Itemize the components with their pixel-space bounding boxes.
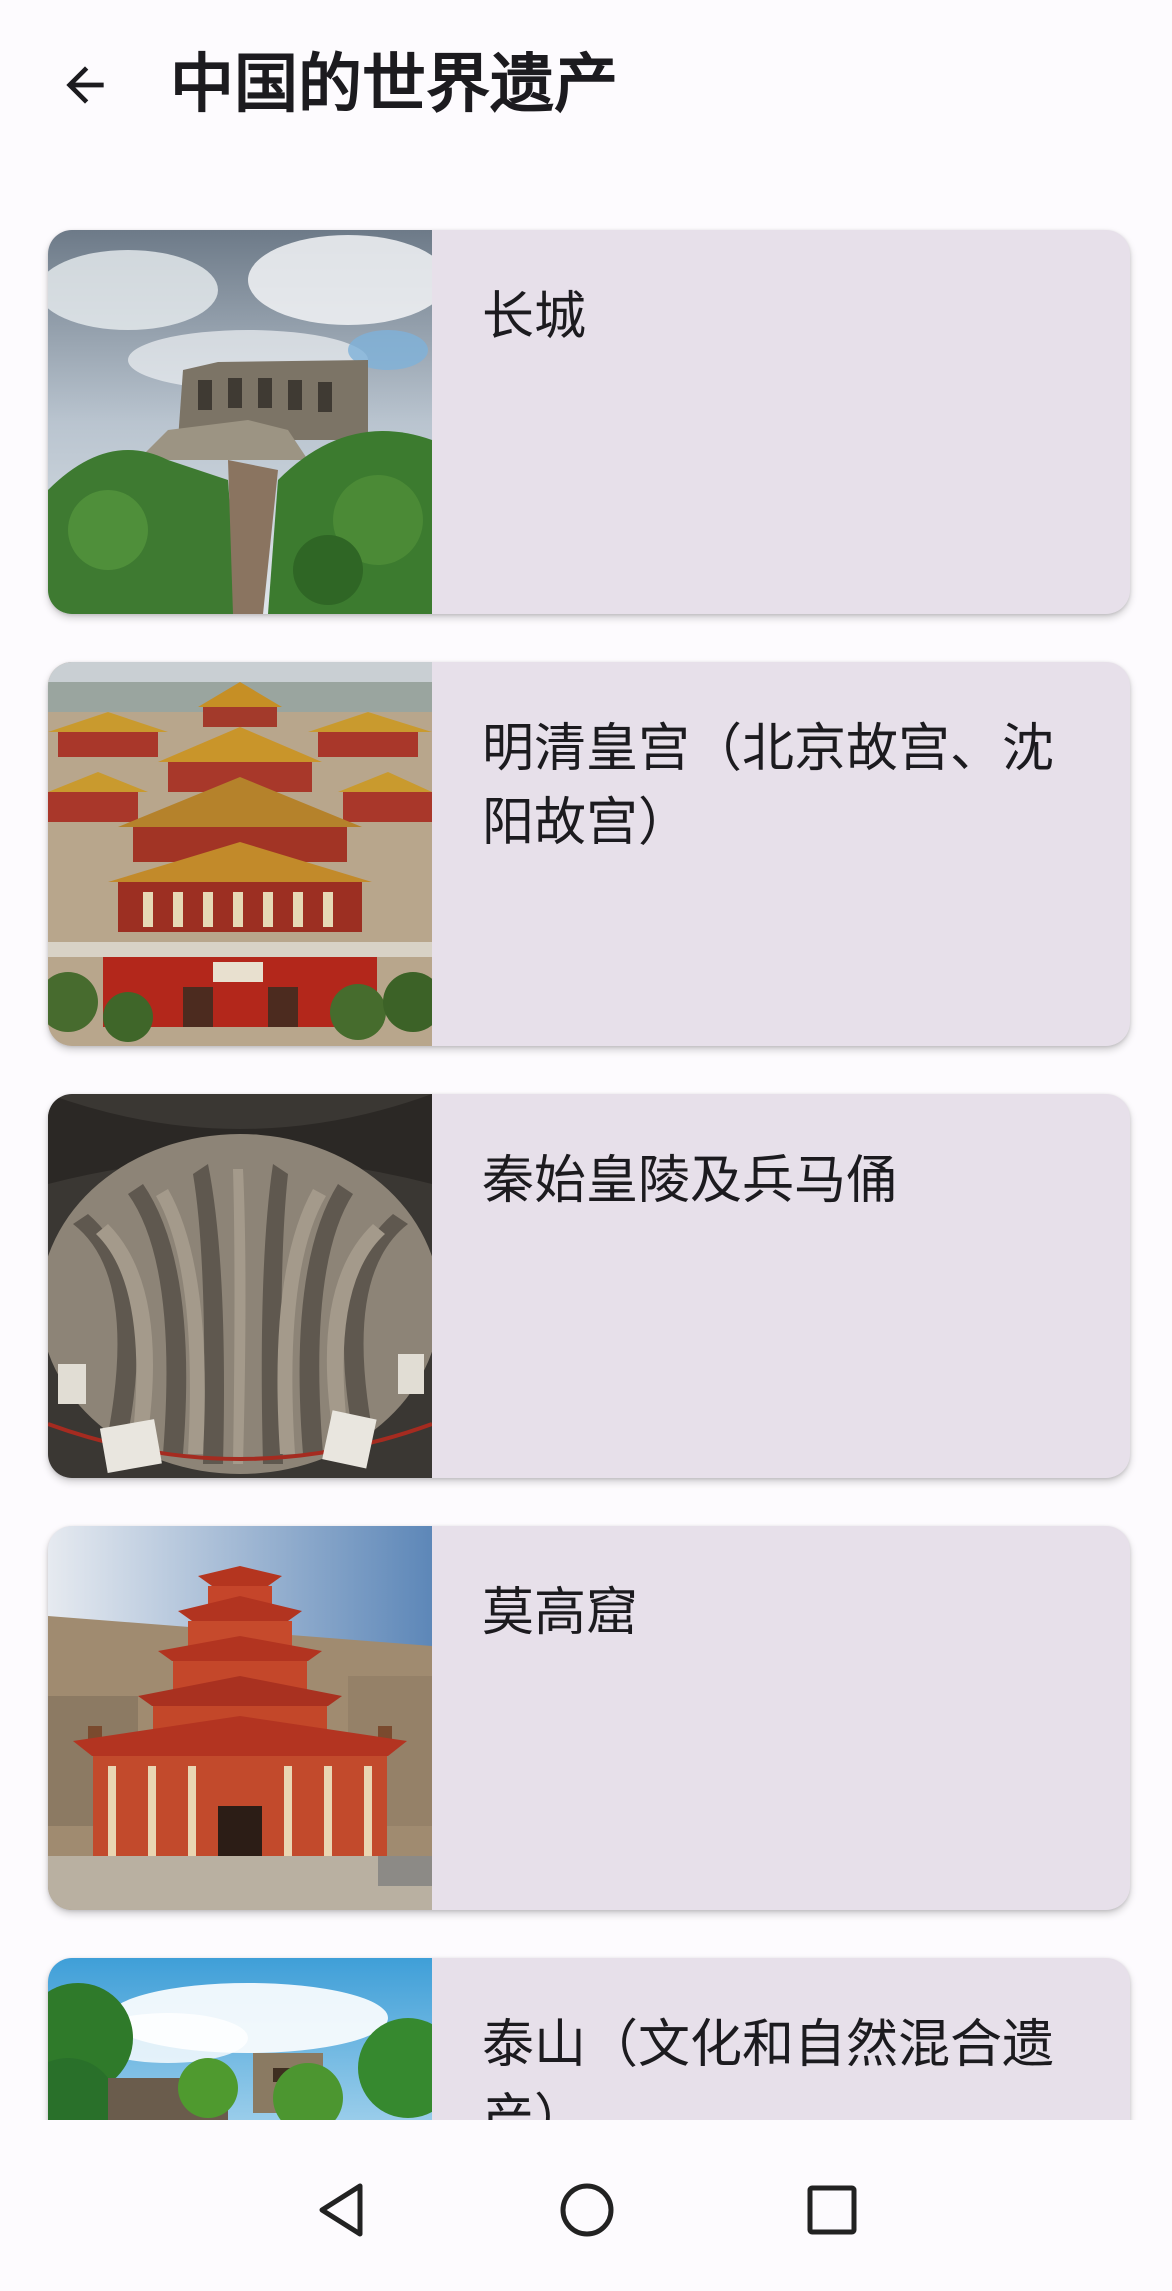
nav-back-button[interactable] bbox=[292, 2160, 392, 2260]
list-item[interactable]: 长城 bbox=[48, 230, 1130, 614]
site-name: 莫高窟 bbox=[482, 1583, 639, 1643]
terracotta-army-photo bbox=[48, 1094, 432, 1478]
top-app-bar: 中国的世界遗产 bbox=[0, 0, 1172, 175]
site-name: 泰山（文化和自然混合遗产） bbox=[482, 2015, 1055, 2120]
page-title: 中国的世界遗产 bbox=[170, 48, 618, 122]
list-item[interactable]: 秦始皇陵及兵马俑 bbox=[48, 1094, 1130, 1478]
site-name: 明清皇宫（北京故宫、沈阳故宫） bbox=[482, 719, 1055, 853]
list-item[interactable]: 莫高窟 bbox=[48, 1526, 1130, 1910]
app-screen: 中国的世界遗产 长城 明清皇宫（北京故宫、沈阳故宫） 秦始皇陵及兵马俑 莫高窟 … bbox=[0, 0, 1172, 2291]
triangle-back-icon bbox=[319, 2183, 363, 2237]
arrow-back-icon bbox=[66, 66, 104, 104]
square-recents-icon bbox=[807, 2185, 857, 2235]
nav-home-button[interactable] bbox=[537, 2160, 637, 2260]
site-name: 秦始皇陵及兵马俑 bbox=[482, 1151, 899, 1211]
heritage-list[interactable]: 长城 明清皇宫（北京故宫、沈阳故宫） 秦始皇陵及兵马俑 莫高窟 泰山（文化和自然… bbox=[0, 175, 1172, 2120]
mount-tai-photo bbox=[48, 1958, 432, 2120]
site-name: 长城 bbox=[482, 287, 587, 347]
system-navigation-bar bbox=[0, 2120, 1172, 2291]
imperial-palace-photo bbox=[48, 662, 432, 1046]
back-button[interactable] bbox=[40, 40, 130, 130]
mogao-caves-photo bbox=[48, 1526, 432, 1910]
nav-recents-button[interactable] bbox=[782, 2160, 882, 2260]
great-wall-photo bbox=[48, 230, 432, 614]
circle-home-icon bbox=[560, 2183, 614, 2237]
list-item[interactable]: 泰山（文化和自然混合遗产） bbox=[48, 1958, 1130, 2120]
list-item[interactable]: 明清皇宫（北京故宫、沈阳故宫） bbox=[48, 662, 1130, 1046]
